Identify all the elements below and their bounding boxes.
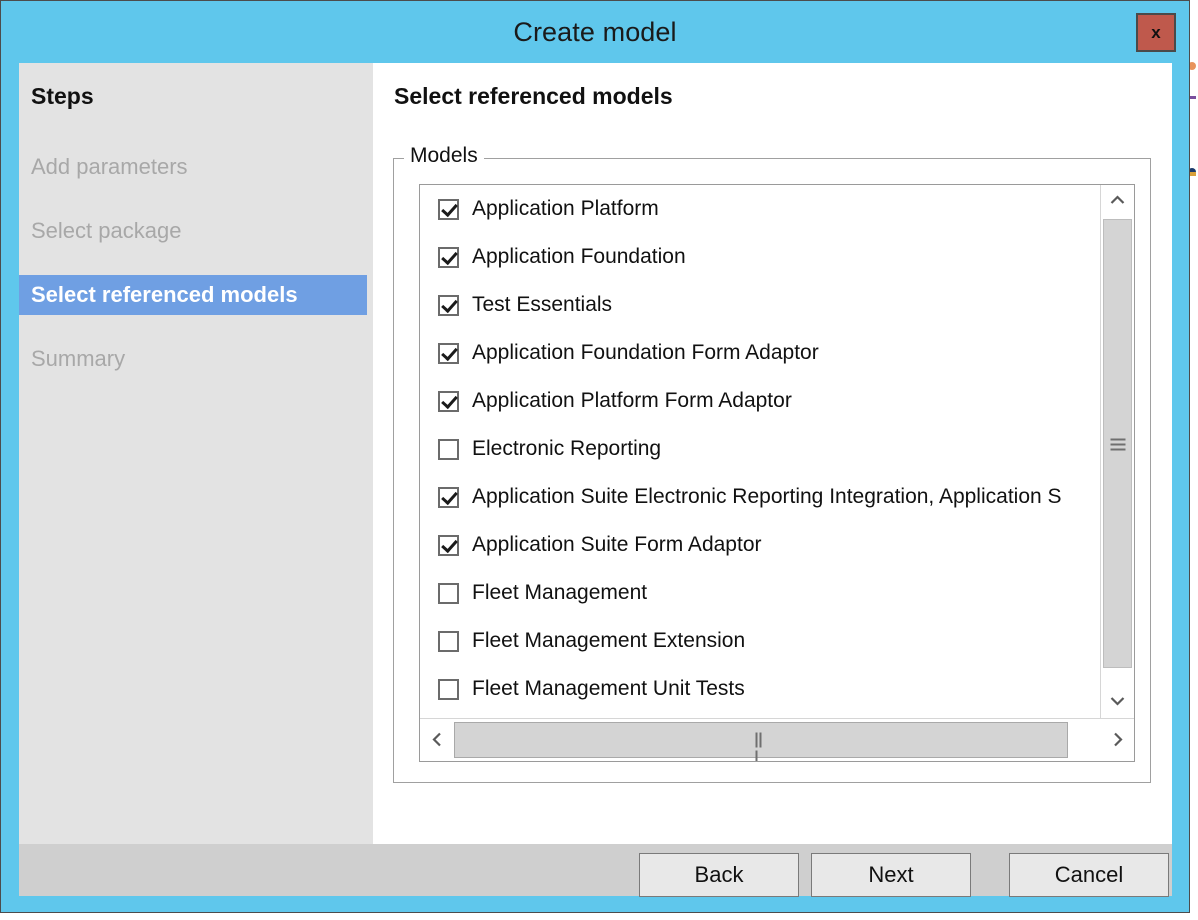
models-list-items: Application Platform Application Foundat… — [420, 185, 1100, 719]
list-item-label: Fleet Management Unit Tests — [472, 678, 745, 700]
horizontal-scrollbar-thumb[interactable] — [454, 722, 1068, 758]
dialog-titlebar[interactable]: Create model x — [1, 1, 1189, 63]
checkbox[interactable] — [438, 439, 459, 460]
dialog-title: Create model — [1, 1, 1189, 63]
checkbox[interactable] — [438, 535, 459, 556]
horizontal-scrollbar[interactable] — [420, 718, 1134, 761]
checkbox[interactable] — [438, 247, 459, 268]
grip-horizontal-icon — [1110, 438, 1125, 449]
checkbox[interactable] — [438, 583, 459, 604]
page-title: Select referenced models — [394, 83, 673, 110]
checkbox[interactable] — [438, 487, 459, 508]
list-item-label: Application Platform Form Adaptor — [472, 390, 792, 412]
create-model-dialog: Create model x Steps Add parameters Sele… — [0, 0, 1190, 913]
models-groupbox: Models Application Platform Application … — [393, 158, 1151, 783]
list-item[interactable]: Test Essentials — [420, 281, 1100, 329]
scroll-down-button[interactable] — [1101, 686, 1134, 719]
list-item-label: Application Foundation — [472, 246, 686, 268]
list-item[interactable]: Application Foundation Form Adaptor — [420, 329, 1100, 377]
list-item[interactable]: Fleet Management Extension — [420, 617, 1100, 665]
list-item-label: Application Suite Electronic Reporting I… — [472, 486, 1062, 508]
sidebar-item-select-package[interactable]: Select package — [19, 211, 367, 251]
models-groupbox-legend: Models — [404, 144, 484, 168]
list-item[interactable]: Fleet Management Unit Tests — [420, 665, 1100, 713]
list-item[interactable]: Application Platform Form Adaptor — [420, 377, 1100, 425]
chevron-right-icon — [1113, 732, 1123, 747]
grip-vertical-icon — [756, 733, 767, 748]
content-pane: Select referenced models Models Applicat… — [373, 63, 1172, 844]
vertical-scrollbar[interactable] — [1100, 185, 1134, 719]
checkbox[interactable] — [438, 199, 459, 220]
list-item-label: Fleet Management Extension — [472, 630, 745, 652]
list-item-label: Application Platform — [472, 198, 659, 220]
list-item[interactable]: Fleet Management — [420, 569, 1100, 617]
checkbox[interactable] — [438, 679, 459, 700]
chevron-down-icon — [1110, 696, 1125, 706]
vertical-scrollbar-thumb[interactable] — [1103, 219, 1132, 668]
scroll-left-button[interactable] — [420, 719, 453, 761]
sidebar-item-summary[interactable]: Summary — [19, 339, 367, 379]
checkbox[interactable] — [438, 391, 459, 412]
dialog-footer: Back Next Cancel — [19, 844, 1172, 896]
sidebar-item-select-referenced-models[interactable]: Select referenced models — [19, 275, 367, 315]
list-item[interactable]: Application Platform — [420, 185, 1100, 233]
checkbox[interactable] — [438, 295, 459, 316]
list-item[interactable]: Application Suite Form Adaptor — [420, 521, 1100, 569]
list-item-label: Fleet Management — [472, 582, 647, 604]
sidebar-item-add-parameters[interactable]: Add parameters — [19, 147, 367, 187]
steps-heading: Steps — [31, 83, 94, 110]
scroll-up-button[interactable] — [1101, 185, 1134, 218]
list-item[interactable]: Electronic Reporting — [420, 425, 1100, 473]
close-icon: x — [1138, 15, 1174, 50]
models-listbox[interactable]: Application Platform Application Foundat… — [419, 184, 1135, 762]
list-item[interactable]: Application Suite Electronic Reporting I… — [420, 473, 1100, 521]
list-item[interactable]: Application Foundation — [420, 233, 1100, 281]
list-item-label: Electronic Reporting — [472, 438, 661, 460]
close-button[interactable]: x — [1136, 13, 1176, 52]
list-item-label: Test Essentials — [472, 294, 612, 316]
chevron-up-icon — [1110, 195, 1125, 205]
next-button[interactable]: Next — [811, 853, 971, 897]
dialog-body: Steps Add parameters Select package Sele… — [19, 63, 1172, 896]
cancel-button[interactable]: Cancel — [1009, 853, 1169, 897]
steps-sidebar: Steps Add parameters Select package Sele… — [19, 63, 373, 844]
list-item-label: Application Foundation Form Adaptor — [472, 342, 819, 364]
list-item-label: Application Suite Form Adaptor — [472, 534, 762, 556]
back-button[interactable]: Back — [639, 853, 799, 897]
chevron-left-icon — [432, 732, 442, 747]
checkbox[interactable] — [438, 631, 459, 652]
scroll-right-button[interactable] — [1101, 719, 1134, 761]
checkbox[interactable] — [438, 343, 459, 364]
